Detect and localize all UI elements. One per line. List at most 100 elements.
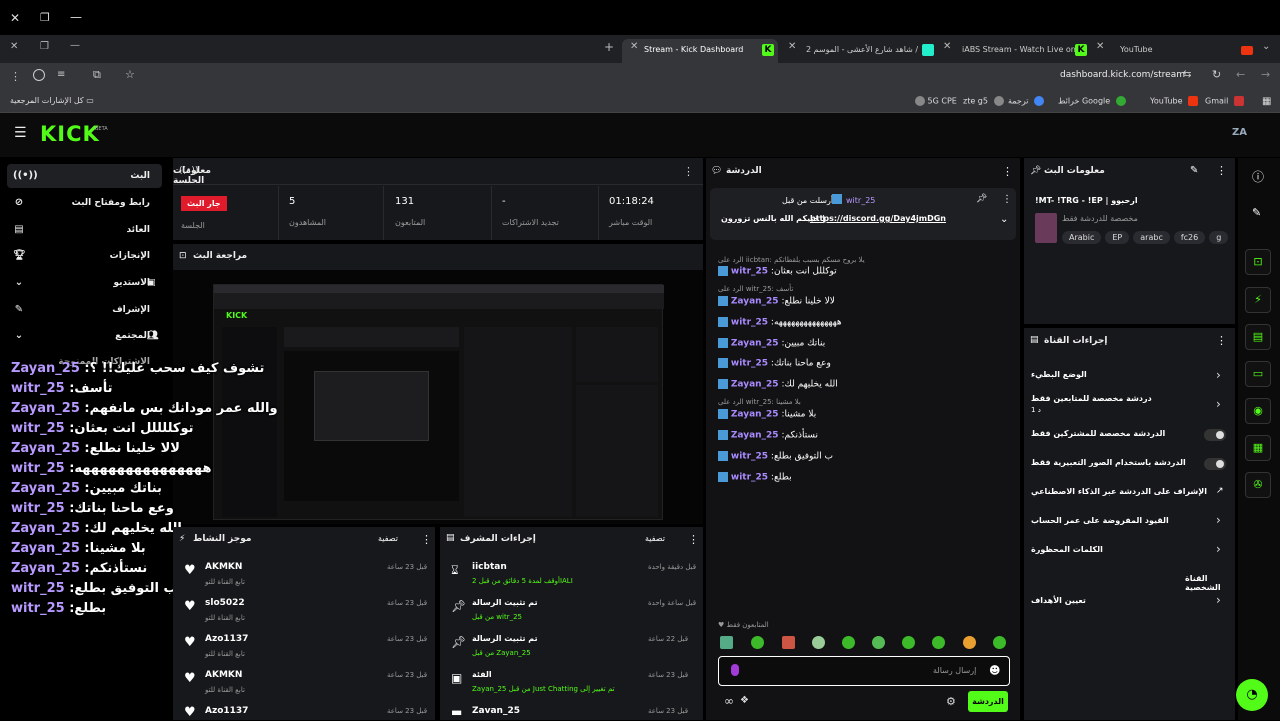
activity-filter-button[interactable]: تصفية xyxy=(378,534,398,543)
tag[interactable]: g xyxy=(1209,231,1229,244)
followers-only-row[interactable]: دردشة مخصصة للمتابعين فقط 1 د › xyxy=(1024,392,1235,418)
list-item[interactable]: ▣ الفئة Zayan_25 من قبل Just Chatting تم… xyxy=(440,665,703,701)
sidebar-item-revenue[interactable]: ▤ العائد xyxy=(7,218,162,242)
bookmark-translate[interactable]: ترجمة xyxy=(1008,96,1045,106)
screenshot-icon[interactable]: ⊡ xyxy=(1245,249,1271,275)
new-tab-icon[interactable]: + xyxy=(604,40,614,54)
more-options-icon[interactable]: ⋮ xyxy=(683,165,694,178)
tab-close-icon[interactable]: ✕ xyxy=(1096,41,1104,52)
more-options-icon[interactable]: ⋮ xyxy=(1002,194,1012,205)
tab-youtube[interactable]: YouTube xyxy=(1112,39,1257,61)
account-age-row[interactable]: القيود المفروضة على عمر الحساب › xyxy=(1024,512,1235,532)
microphone-icon[interactable] xyxy=(731,664,739,676)
chat-settings-icon[interactable]: ⚙ xyxy=(946,695,956,708)
set-goals-row[interactable]: تعيين الأهداف › xyxy=(1024,592,1235,612)
list-item[interactable]: ⌛︎ iicbtan أوقف لمدة 5 دقائق من قبل 2IAL… xyxy=(440,557,703,593)
pinned-message[interactable]: أرسلت من قبل witr_25 📌︎ ⋮ حييكم الله بال… xyxy=(710,188,1016,240)
document-icon[interactable]: ▤ xyxy=(1245,324,1271,350)
list-item[interactable]: ▬ Zavan_25 قبل 23 ساعة xyxy=(440,701,703,721)
emote-icon[interactable] xyxy=(782,636,795,649)
sidebar-item-stream[interactable]: ((•)) البث xyxy=(7,164,162,188)
hamburger-menu-icon[interactable]: ☰ xyxy=(14,125,27,141)
bolt-icon[interactable]: ⚡︎ xyxy=(1245,287,1271,313)
user-avatar[interactable]: ZA xyxy=(1232,127,1247,138)
points-icon[interactable]: ❖ xyxy=(740,695,749,706)
tag[interactable]: EP xyxy=(1105,231,1130,244)
emote-icon[interactable] xyxy=(751,636,764,649)
close-window-icon[interactable]: ✕ xyxy=(10,11,20,25)
ai-moderation-row[interactable]: الإشراف على الدردشة عبر الذكاء الاصطناعي… xyxy=(1024,483,1235,503)
banned-words-row[interactable]: الكلمات المحظورة › xyxy=(1024,541,1235,561)
pinned-link[interactable]: https://discord.gg/Day4jmDGn xyxy=(810,214,946,223)
tag[interactable]: Arabic xyxy=(1062,231,1102,244)
mod-filter-button[interactable]: تصفية xyxy=(645,534,665,543)
tag[interactable]: fc26 xyxy=(1173,231,1206,244)
more-options-icon[interactable]: ⋮ xyxy=(688,533,699,546)
reload-icon[interactable]: ↻ xyxy=(1212,68,1221,81)
restore-window-icon[interactable]: ❐ xyxy=(40,11,50,24)
close-x-icon[interactable]: ✕ xyxy=(10,41,18,52)
chat-send-button[interactable]: الدردشة xyxy=(968,691,1008,712)
emote-icon[interactable] xyxy=(993,636,1006,649)
tab-iabs-stream[interactable]: iABS Stream - Watch Live on Ki K xyxy=(956,39,1091,61)
info-icon[interactable]: ⓘ xyxy=(1252,168,1264,185)
more-options-icon[interactable]: ⋮ xyxy=(421,533,432,546)
emote-icon[interactable] xyxy=(872,636,885,649)
stream-video[interactable]: KICK xyxy=(173,270,703,524)
list-item[interactable]: ♥ Azo1137 تابع القناة للتو قبل 23 ساعة xyxy=(173,629,435,665)
list-item[interactable]: 📌︎ تم تثبيت الرسالة من قبل witr_25 قبل س… xyxy=(440,593,703,629)
tab-kick-dashboard[interactable]: Stream - Kick Dashboard K xyxy=(622,39,778,63)
bookmark-star-icon[interactable]: ☆ xyxy=(125,68,135,81)
minimize-window-icon[interactable]: — xyxy=(70,10,82,24)
edit-pencil-icon[interactable]: ✎ xyxy=(1252,206,1261,219)
kick-logo[interactable]: KICK xyxy=(40,122,100,146)
emote-icon[interactable] xyxy=(812,636,825,649)
url-field[interactable]: dashboard.kick.com/stream xyxy=(1060,70,1185,80)
infinity-icon[interactable]: ∞ xyxy=(724,694,734,708)
more-options-icon[interactable]: ⋮ xyxy=(1216,164,1227,177)
emote-icon[interactable] xyxy=(963,636,976,649)
bookmark-youtube[interactable]: YouTube xyxy=(1150,96,1199,106)
chat-bubble-icon[interactable]: ▭ xyxy=(1245,361,1271,387)
wrench-icon[interactable]: ✇ xyxy=(1245,472,1271,498)
list-item[interactable]: ♥ AKMKN تابع القناة للتو قبل 23 ساعة xyxy=(173,665,435,701)
list-item[interactable]: ♥ Azo1137 قبل 23 ساعة xyxy=(173,701,435,721)
bookmarks-overflow-icon[interactable]: ▦ xyxy=(1262,96,1271,107)
sidebar-item-moderation[interactable]: ✎ الإشراف xyxy=(7,298,162,322)
emote-only-row[interactable]: الدردشة باستخدام الصور التعبيرية فقط xyxy=(1024,454,1235,474)
sidebar-item-stream-key[interactable]: ⊘ رابط ومفتاح البث xyxy=(7,191,162,215)
emote-icon[interactable] xyxy=(842,636,855,649)
back-icon[interactable]: → xyxy=(1261,68,1270,81)
edit-pencil-icon[interactable]: ✎ xyxy=(1190,165,1198,176)
chevron-down-icon[interactable]: ⌄ xyxy=(1000,214,1008,225)
tab-close-icon[interactable]: ✕ xyxy=(943,41,951,52)
site-settings-icon[interactable]: ⇆ xyxy=(1183,69,1191,80)
bookmark-maps[interactable]: خرائط Google xyxy=(1058,96,1126,106)
sidebar-item-community[interactable]: ⌄ المجتمع 👥︎ xyxy=(7,324,162,348)
extensions-icon[interactable]: ⧉ xyxy=(93,68,101,82)
subscribers-only-toggle[interactable] xyxy=(1204,429,1226,441)
bookmark-gmail[interactable]: Gmail xyxy=(1205,96,1244,106)
emote-only-toggle[interactable] xyxy=(1204,458,1226,470)
chat-input[interactable]: إرسال رسالة ☻ xyxy=(718,656,1010,686)
sidebar-item-achievements[interactable]: 🏆︎ الإنجازات xyxy=(7,244,162,268)
broadcast-icon[interactable]: ◉ xyxy=(1245,398,1271,424)
list-item[interactable]: 📌︎ تم تثبيت الرسالة من قبل Zayan_25 قبل … xyxy=(440,629,703,665)
tab-close-icon[interactable]: ✕ xyxy=(630,41,638,52)
forward-icon[interactable]: ← xyxy=(1236,68,1245,81)
tag[interactable]: arabc xyxy=(1133,231,1170,244)
bookmark-zte[interactable]: zte g5 xyxy=(963,96,1004,106)
minimize-icon[interactable]: — xyxy=(70,40,80,51)
dashboard-icon[interactable]: ▦ xyxy=(1245,435,1271,461)
tab-shahid[interactable]: شاهد شارع الأعشى - الموسم 2 / xyxy=(800,39,938,61)
list-item[interactable]: ♥ AKMKN تابع القناة للتو قبل 23 ساعة xyxy=(173,557,435,593)
help-chat-icon[interactable]: ◔ xyxy=(1236,679,1268,711)
emote-icon[interactable] xyxy=(902,636,915,649)
more-options-icon[interactable]: ⋮ xyxy=(1002,165,1013,178)
sidebar-item-studio[interactable]: ⌄ الاستديو ▣ xyxy=(7,271,162,295)
tab-search-icon[interactable]: ⌄ xyxy=(1262,41,1270,52)
subscribers-only-row[interactable]: الدردشة مخصصة للمشتركين فقط xyxy=(1024,425,1235,445)
list-item[interactable]: ♥ slo5022 تابع القناة للتو قبل 23 ساعة xyxy=(173,593,435,629)
emote-icon[interactable] xyxy=(932,636,945,649)
bookmark-5g-cpe[interactable]: 5G CPE xyxy=(912,96,957,106)
